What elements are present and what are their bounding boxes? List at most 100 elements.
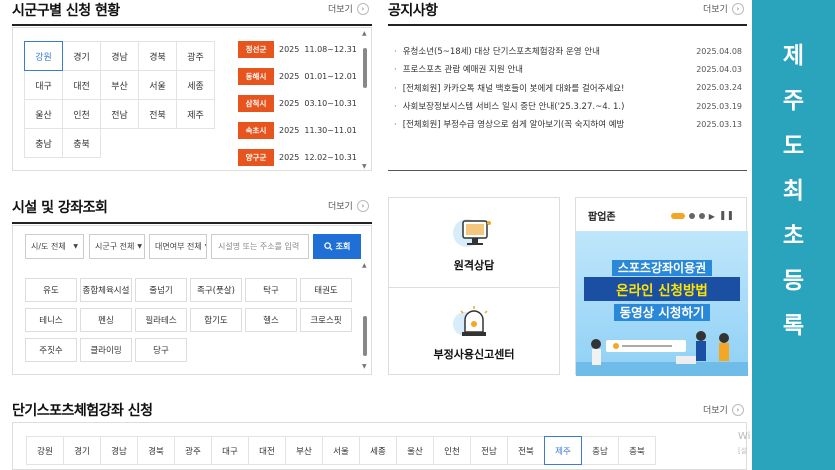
sport-category-button[interactable]: 줄넘기 bbox=[135, 278, 187, 302]
facility-more-link[interactable]: 더보기 › bbox=[328, 199, 369, 212]
region-tab[interactable]: 울산 bbox=[24, 99, 63, 129]
notice-title[interactable]: [전체회원] 부정수급 영상으로 쉽게 알아보기(꼭 숙지하여 예방 bbox=[392, 118, 696, 130]
notice-item[interactable]: [전체회원] 카카오톡 채널 백호들이 봇에게 대화를 걸어주세요!2025.0… bbox=[392, 79, 742, 97]
short-course-region-tab[interactable]: 대전 bbox=[248, 436, 286, 465]
sport-scrollbar[interactable]: ▲ ▼ bbox=[362, 262, 368, 370]
region-tab[interactable]: 전남 bbox=[100, 99, 139, 129]
schedule-year: 2025 bbox=[279, 99, 300, 108]
fraud-report-card[interactable]: 부정사용신고센터 bbox=[389, 287, 559, 376]
schedule-row[interactable]: 동해시 2025 01.01~12.01 bbox=[238, 63, 373, 90]
notice-title[interactable]: 프로스포츠 관람 예매권 지원 안내 bbox=[392, 63, 696, 75]
short-course-region-tab[interactable]: 충북 bbox=[618, 436, 656, 465]
notice-title[interactable]: [전체회원] 카카오톡 채널 백호들이 봇에게 대화를 걸어주세요! bbox=[392, 82, 696, 94]
district-select[interactable]: 시군구 전체 ▼ bbox=[89, 234, 145, 259]
sport-category-button[interactable]: 종합체육시설 bbox=[80, 278, 132, 302]
sport-category-button[interactable]: 클라이밍 bbox=[80, 338, 132, 362]
region-tab[interactable]: 충북 bbox=[62, 128, 101, 158]
short-course-region-tab[interactable]: 서울 bbox=[322, 436, 360, 465]
notice-title[interactable]: 유청소년(5~18세) 대상 단기스포츠체험강좌 운영 안내 bbox=[392, 45, 696, 57]
sport-category-button[interactable]: 테니스 bbox=[25, 308, 77, 332]
sport-category-button[interactable]: 당구 bbox=[135, 338, 187, 362]
schedule-row[interactable]: 속초시 2025 11.30~11.01 bbox=[238, 117, 373, 144]
schedule-row[interactable]: 삼척시 2025 03.10~10.31 bbox=[238, 90, 373, 117]
sport-category-button[interactable]: 족구(풋살) bbox=[190, 278, 242, 302]
notice-item[interactable]: 프로스포츠 관람 예매권 지원 안내2025.04.03 bbox=[392, 60, 742, 78]
region-tab[interactable]: 경남 bbox=[100, 41, 139, 71]
slide-indicator[interactable] bbox=[688, 213, 695, 219]
side-promo-banner[interactable]: 제주도최초등록 bbox=[752, 0, 835, 470]
short-course-region-tab[interactable]: 인천 bbox=[433, 436, 471, 465]
short-course-region-tab[interactable]: 세종 bbox=[359, 436, 397, 465]
schedule-row[interactable]: 양구군 2025 12.02~10.31 bbox=[238, 144, 373, 171]
short-course-region-tab[interactable]: 경기 bbox=[63, 436, 101, 465]
remote-consult-label: 원격상담 bbox=[453, 259, 495, 272]
short-course-more-link[interactable]: 더보기 › bbox=[703, 403, 744, 416]
facility-search-input[interactable]: 시설명 또는 주소를 입력 bbox=[211, 234, 309, 259]
sport-category-button[interactable]: 필라테스 bbox=[135, 308, 187, 332]
sport-category-button[interactable]: 태권도 bbox=[300, 278, 352, 302]
short-course-region-tab[interactable]: 충남 bbox=[581, 436, 619, 465]
sport-category-button[interactable]: 주짓수 bbox=[25, 338, 77, 362]
side-promo-char: 제 bbox=[782, 43, 805, 69]
remote-consult-card[interactable]: 원격상담 bbox=[389, 198, 559, 287]
short-course-region-tab[interactable]: 울산 bbox=[396, 436, 434, 465]
region-tab[interactable]: 대전 bbox=[62, 70, 101, 100]
city-badge: 양구군 bbox=[238, 149, 274, 166]
region-tab[interactable]: 충남 bbox=[24, 128, 63, 158]
short-course-region-tab[interactable]: 전북 bbox=[507, 436, 545, 465]
schedule-year: 2025 bbox=[279, 126, 300, 135]
region-tab[interactable]: 전북 bbox=[138, 99, 177, 129]
region-tab[interactable]: 대구 bbox=[24, 70, 63, 100]
short-course-region-tab[interactable]: 경북 bbox=[137, 436, 175, 465]
region-tab[interactable]: 세종 bbox=[176, 70, 215, 100]
notice-item[interactable]: [전체회원] 부정수급 영상으로 쉽게 알아보기(꼭 숙지하여 예방2025.0… bbox=[392, 115, 742, 133]
sport-category-button[interactable]: 크로스핏 bbox=[300, 308, 352, 332]
schedule-list: 정선군 2025 11.08~12.31 동해시 2025 01.01~12.01 삼척시 2… bbox=[238, 36, 373, 171]
short-course-region-tab[interactable]: 강원 bbox=[26, 436, 64, 465]
sport-category-button[interactable]: 펜싱 bbox=[80, 308, 132, 332]
short-course-region-tab[interactable]: 경남 bbox=[100, 436, 138, 465]
popup-banner[interactable]: 스포츠강좌이용권 온라인 신청방법 동영상 시청하기 bbox=[576, 231, 748, 376]
notice-more-link[interactable]: 더보기 › bbox=[703, 2, 744, 15]
region-tab[interactable]: 경북 bbox=[138, 41, 177, 71]
short-course-region-tab[interactable]: 전남 bbox=[470, 436, 508, 465]
region-tab[interactable]: 광주 bbox=[176, 41, 215, 71]
region-tab[interactable]: 서울 bbox=[138, 70, 177, 100]
sport-category-button[interactable]: 탁구 bbox=[245, 278, 297, 302]
sport-category-button[interactable]: 헬스 bbox=[245, 308, 297, 332]
scroll-thumb[interactable] bbox=[363, 48, 367, 88]
region-tab[interactable]: 제주 bbox=[176, 99, 215, 129]
province-select[interactable]: 시/도 전체 ▼ bbox=[25, 234, 84, 259]
play-icon[interactable]: ▶ bbox=[709, 212, 715, 221]
notice-item[interactable]: 사회보장정보시스템 서비스 일시 중단 안내('25.3.27.~4. 1.)2… bbox=[392, 97, 742, 115]
notice-item[interactable]: 유청소년(5~18세) 대상 단기스포츠체험강좌 운영 안내2025.04.08 bbox=[392, 42, 742, 60]
short-course-region-tab[interactable]: 제주 bbox=[544, 436, 582, 465]
inperson-select[interactable]: 대면여부 전체 ▼ bbox=[149, 234, 207, 259]
short-course-region-tab[interactable]: 대구 bbox=[211, 436, 249, 465]
scroll-down-icon[interactable]: ▼ bbox=[362, 163, 367, 170]
scroll-up-icon[interactable]: ▲ bbox=[362, 30, 367, 37]
region-tab[interactable]: 인천 bbox=[62, 99, 101, 129]
slide-indicator-active[interactable] bbox=[670, 213, 685, 219]
schedule-row[interactable]: 정선군 2025 11.08~12.31 bbox=[238, 36, 373, 63]
region-tab[interactable]: 경기 bbox=[62, 41, 101, 71]
popup-zone-title: 팝업존 bbox=[588, 212, 616, 223]
scroll-down-icon[interactable]: ▼ bbox=[362, 363, 367, 370]
chevron-right-icon: › bbox=[356, 199, 369, 212]
short-course-region-tab[interactable]: 부산 bbox=[285, 436, 323, 465]
region-tab[interactable]: 강원 bbox=[24, 41, 63, 71]
sport-category-button[interactable]: 유도 bbox=[25, 278, 77, 302]
notice-section-title: 공지사항 bbox=[388, 3, 438, 19]
sport-category-button[interactable]: 합기도 bbox=[190, 308, 242, 332]
region-tab[interactable]: 부산 bbox=[100, 70, 139, 100]
pause-icon[interactable]: ❚❚ bbox=[719, 211, 734, 221]
slide-indicator[interactable] bbox=[698, 213, 705, 219]
region-more-link[interactable]: 더보기 › bbox=[328, 2, 369, 15]
schedule-scrollbar[interactable]: ▲ ▼ bbox=[362, 30, 368, 170]
notice-title[interactable]: 사회보장정보시스템 서비스 일시 중단 안내('25.3.27.~4. 1.) bbox=[392, 100, 696, 112]
scroll-up-icon[interactable]: ▲ bbox=[362, 262, 367, 269]
scroll-thumb[interactable] bbox=[363, 316, 367, 356]
popup-zone: 팝업존 ▶ ❚❚ 스포츠강좌이용권 온라인 신청방법 동영상 시청하기 bbox=[575, 197, 748, 376]
short-course-region-tab[interactable]: 광주 bbox=[174, 436, 212, 465]
search-button[interactable]: 조회 bbox=[313, 234, 361, 259]
